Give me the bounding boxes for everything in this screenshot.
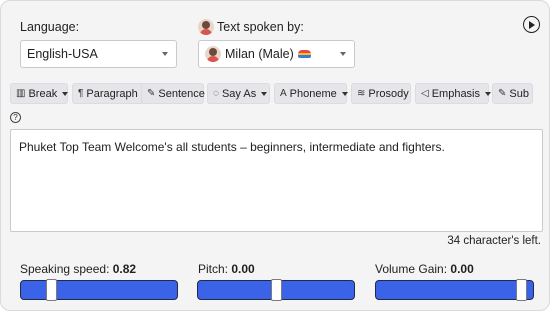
speed-value: 0.82: [112, 262, 137, 276]
break-button[interactable]: ▥ Break: [10, 83, 69, 104]
paragraph-icon: ¶: [78, 88, 84, 99]
voice-avatar-icon: [198, 19, 214, 35]
pitch-value: 0.00: [231, 262, 255, 276]
character-counter: 34 character's left.: [447, 235, 541, 247]
chevron-down-icon: [341, 91, 348, 96]
speaker-icon: ◁: [421, 88, 429, 99]
sub-button[interactable]: ✎ Sub: [492, 83, 533, 104]
speed-slider-thumb[interactable]: [46, 279, 57, 301]
speech-bubble-icon: ◌: [213, 88, 219, 99]
volume-value: 0.00: [450, 262, 474, 276]
voice-select[interactable]: Milan (Male): [198, 40, 355, 68]
phoneme-icon: A: [280, 88, 287, 99]
editor-text: Phuket Top Team Welcome's all students –…: [19, 140, 445, 154]
phoneme-button[interactable]: A Phoneme: [274, 83, 348, 104]
paragraph-button[interactable]: ¶ Paragraph: [72, 83, 145, 104]
prosody-button[interactable]: ≋ Prosody: [351, 83, 411, 104]
waveform-icon: ≋: [357, 88, 366, 99]
chevron-down-icon: [162, 52, 168, 56]
voice-select-value: Milan (Male): [225, 47, 294, 61]
say-as-button[interactable]: ◌ Say As: [207, 83, 270, 104]
volume-label: Volume Gain: 0.00: [375, 262, 474, 276]
flag-icon: [297, 50, 311, 58]
chevron-down-icon: [261, 91, 268, 96]
speed-label: Speaking speed: 0.82: [20, 262, 137, 276]
speed-slider[interactable]: [20, 279, 178, 301]
chevron-down-icon: [485, 91, 491, 96]
tts-panel: Language: English-USA Text spoken by: Mi…: [0, 0, 550, 311]
language-label: Language:: [20, 20, 80, 34]
pitch-slider-thumb[interactable]: [271, 279, 282, 301]
language-select-value: English-USA: [27, 47, 98, 61]
edit-icon: ✎: [498, 88, 507, 99]
volume-slider-thumb[interactable]: [516, 279, 527, 301]
play-button-icon[interactable]: [523, 16, 540, 33]
pitch-label: Pitch: 0.00: [198, 262, 255, 276]
text-editor[interactable]: Phuket Top Team Welcome's all students –…: [10, 129, 543, 232]
chevron-down-icon: [340, 52, 346, 56]
break-icon: ▥: [16, 88, 26, 99]
chevron-down-icon: [62, 91, 69, 96]
pitch-slider[interactable]: [197, 279, 355, 301]
help-icon[interactable]: ?: [10, 112, 21, 123]
language-select[interactable]: English-USA: [20, 40, 177, 68]
volume-slider[interactable]: [375, 279, 534, 301]
voice-label-row: Text spoken by:: [198, 19, 304, 35]
voice-avatar-icon: [205, 46, 221, 62]
emphasis-button[interactable]: ◁ Emphasis: [415, 83, 491, 104]
voice-label: Text spoken by:: [217, 20, 304, 34]
sentence-button[interactable]: ✎ Sentence: [141, 83, 205, 104]
pencil-icon: ✎: [147, 88, 156, 99]
